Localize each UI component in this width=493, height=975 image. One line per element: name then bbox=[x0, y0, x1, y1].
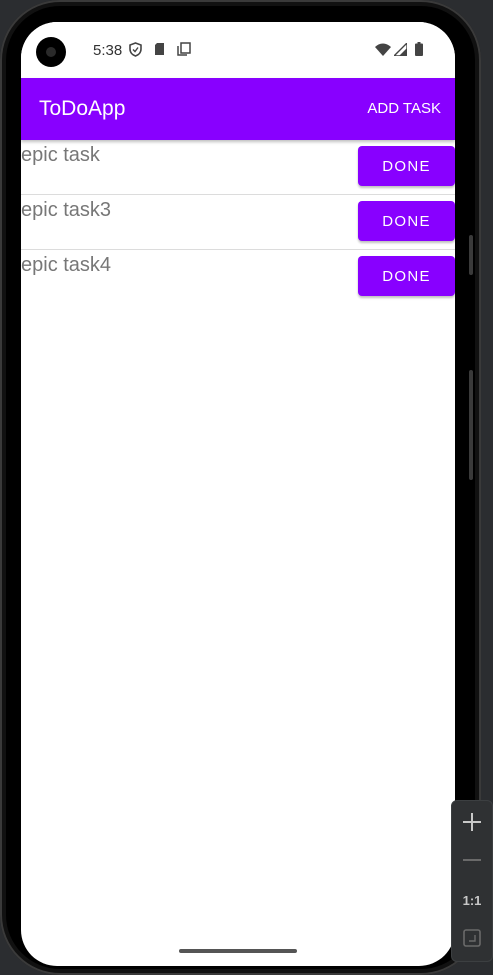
fit-screen-icon[interactable] bbox=[452, 919, 492, 957]
wifi-icon bbox=[375, 41, 391, 57]
zoom-in-icon[interactable] bbox=[452, 803, 492, 841]
copy-icon bbox=[177, 41, 191, 57]
done-button[interactable]: DONE bbox=[358, 201, 455, 241]
battery-icon bbox=[415, 41, 423, 57]
task-text: epic task3 bbox=[21, 199, 112, 221]
task-text: epic task4 bbox=[21, 254, 112, 276]
task-text: epic task bbox=[21, 144, 100, 166]
sd-card-icon bbox=[154, 41, 165, 57]
shield-icon bbox=[129, 41, 142, 57]
status-time: 5:38 bbox=[93, 42, 123, 59]
device-screen: 5:38 ToDoApp ADD TASK epic task DONE epi… bbox=[21, 22, 455, 966]
zoom-actual-size-button[interactable]: 1:1 bbox=[452, 881, 492, 919]
volume-button bbox=[469, 235, 473, 275]
app-bar: ToDoApp ADD TASK bbox=[21, 78, 455, 140]
task-row: epic task3 DONE bbox=[21, 195, 455, 250]
front-camera bbox=[36, 37, 66, 67]
device-frame: 5:38 ToDoApp ADD TASK epic task DONE epi… bbox=[0, 0, 481, 975]
gesture-nav-handle[interactable] bbox=[179, 949, 297, 953]
task-row: epic task4 DONE bbox=[21, 250, 455, 304]
signal-icon bbox=[394, 41, 407, 57]
add-task-button[interactable]: ADD TASK bbox=[367, 100, 441, 117]
done-button[interactable]: DONE bbox=[358, 146, 455, 186]
emulator-zoom-controls: 1:1 bbox=[451, 800, 493, 962]
power-button bbox=[469, 370, 473, 480]
status-bar: 5:38 bbox=[21, 22, 455, 78]
task-row: epic task DONE bbox=[21, 140, 455, 195]
task-list: epic task DONE epic task3 DONE epic task… bbox=[21, 140, 455, 304]
app-title: ToDoApp bbox=[39, 97, 126, 120]
done-button[interactable]: DONE bbox=[358, 256, 455, 296]
zoom-out-icon[interactable] bbox=[452, 841, 492, 879]
